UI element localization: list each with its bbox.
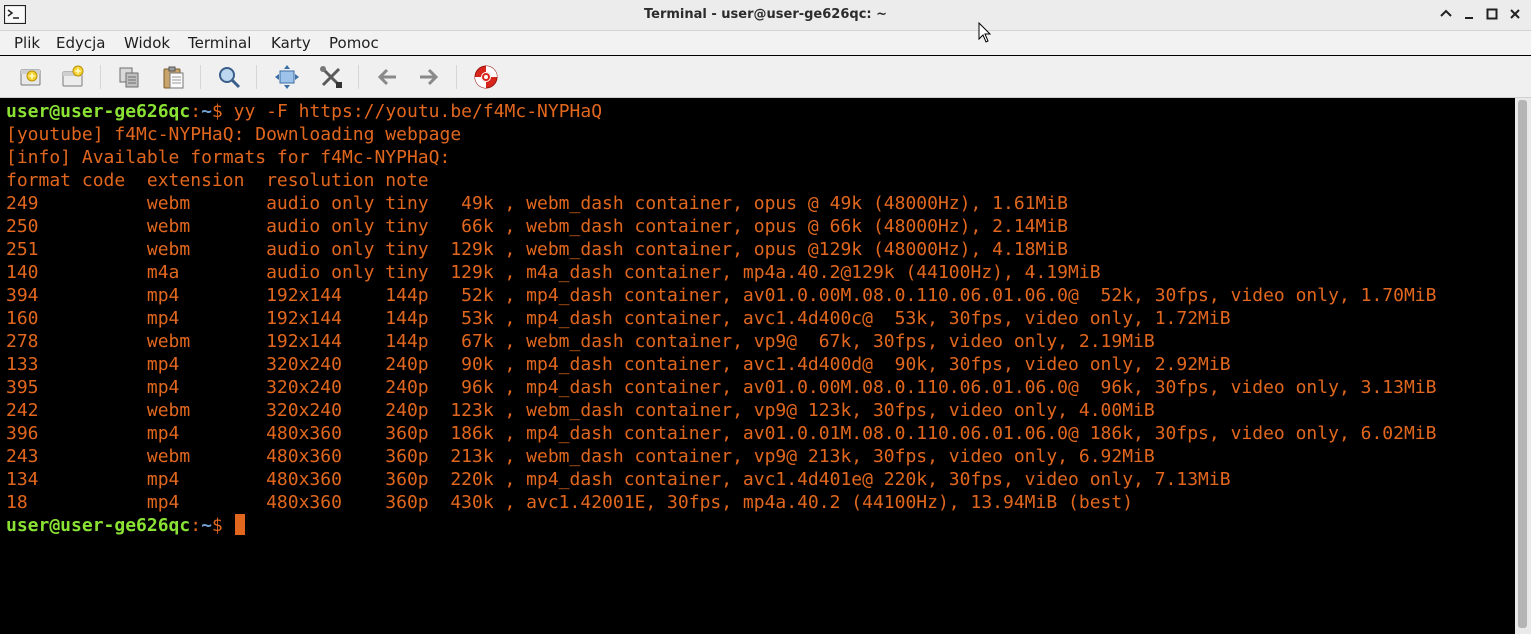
toolbar-separator <box>256 65 257 89</box>
new-window-icon[interactable] <box>60 64 86 90</box>
command-text: yy -F https://youtu.be/f4Mc-NYPHaQ <box>233 101 603 122</box>
copy-icon[interactable] <box>116 64 142 90</box>
prompt-separator: : <box>190 101 202 122</box>
output-line: 160 mp4 192x144 144p 53k , mp4_dash cont… <box>6 308 1231 329</box>
close-icon[interactable] <box>1508 7 1522 21</box>
output-line: 395 mp4 320x240 240p 96k , mp4_dash cont… <box>6 377 1437 398</box>
keep-above-icon[interactable] <box>1439 7 1453 21</box>
output-line: [info] Available formats for f4Mc-NYPHaQ… <box>6 147 451 168</box>
menu-karty[interactable]: Karty <box>271 34 311 52</box>
toolbar-separator <box>358 65 359 89</box>
help-icon[interactable] <box>473 64 499 90</box>
prompt-symbol: $ <box>211 101 234 122</box>
toolbar-separator <box>456 65 457 89</box>
output-line: [youtube] f4Mc-NYPHaQ: Downloading webpa… <box>6 124 462 145</box>
prompt-user: user@user-ge626qc <box>6 101 191 122</box>
toolbar <box>0 56 1531 98</box>
fullscreen-icon[interactable] <box>274 64 300 90</box>
text-cursor <box>234 514 245 535</box>
output-line: 251 webm audio only tiny 129k , webm_das… <box>6 239 1069 260</box>
prompt-path: ~ <box>201 515 212 536</box>
output-line: 249 webm audio only tiny 49k , webm_dash… <box>6 193 1069 214</box>
output-line: 243 webm 480x360 360p 213k , webm_dash c… <box>6 446 1155 467</box>
output-line: 396 mp4 480x360 360p 186k , mp4_dash con… <box>6 423 1437 444</box>
current-prompt-line[interactable]: user@user-ge626qc:~$ <box>6 514 245 537</box>
output-line: 18 mp4 480x360 360p 430k , avc1.42001E, … <box>6 492 1134 513</box>
window-title: Terminal - user@user-ge626qc: ~ <box>643 7 888 22</box>
prompt-user: user@user-ge626qc <box>6 515 191 536</box>
output-line: 394 mp4 192x144 144p 52k , mp4_dash cont… <box>6 285 1437 306</box>
mouse-pointer-icon <box>978 22 992 43</box>
output-line: 133 mp4 320x240 240p 90k , mp4_dash cont… <box>6 354 1231 375</box>
output-line: 242 webm 320x240 240p 123k , webm_dash c… <box>6 400 1155 421</box>
maximize-icon[interactable] <box>1485 7 1499 21</box>
prompt-symbol: $ <box>211 515 234 536</box>
output-line: 134 mp4 480x360 360p 220k , mp4_dash con… <box>6 469 1231 490</box>
menu-bar: Plik Edycja Widok Terminal Karty Pomoc <box>0 31 1531 55</box>
new-tab-icon[interactable] <box>18 64 44 90</box>
output-line: 140 m4a audio only tiny 129k , m4a_dash … <box>6 262 1101 283</box>
search-icon[interactable] <box>216 64 242 90</box>
output-line: format code extension resolution note <box>6 170 429 191</box>
menu-edycja[interactable]: Edycja <box>56 34 105 52</box>
scrollbar-thumb[interactable] <box>1518 100 1527 628</box>
output-line: 250 webm audio only tiny 66k , webm_dash… <box>6 216 1069 237</box>
menu-plik[interactable]: Plik <box>14 34 40 52</box>
next-tab-icon[interactable] <box>416 64 442 90</box>
menu-pomoc[interactable]: Pomoc <box>329 34 379 52</box>
prompt-path: ~ <box>201 101 212 122</box>
terminal-window: Terminal - user@user-ge626qc: ~ Plik Edy… <box>0 0 1531 634</box>
toolbar-separator <box>200 65 201 89</box>
minimize-icon[interactable] <box>1462 7 1476 21</box>
title-bar[interactable]: Terminal - user@user-ge626qc: ~ <box>0 0 1531 43</box>
previous-tab-icon[interactable] <box>374 64 400 90</box>
prompt-separator: : <box>190 515 202 536</box>
menu-terminal[interactable]: Terminal <box>188 34 251 52</box>
command-line: user@user-ge626qc:~$ yy -F https://youtu… <box>6 100 602 123</box>
menu-widok[interactable]: Widok <box>124 34 170 52</box>
paste-icon[interactable] <box>160 64 186 90</box>
terminal-output[interactable]: user@user-ge626qc:~$ yy -F https://youtu… <box>0 98 1515 634</box>
toolbar-separator <box>100 65 101 89</box>
preferences-icon[interactable] <box>318 64 344 90</box>
output-line: 278 webm 192x144 144p 67k , webm_dash co… <box>6 331 1155 352</box>
